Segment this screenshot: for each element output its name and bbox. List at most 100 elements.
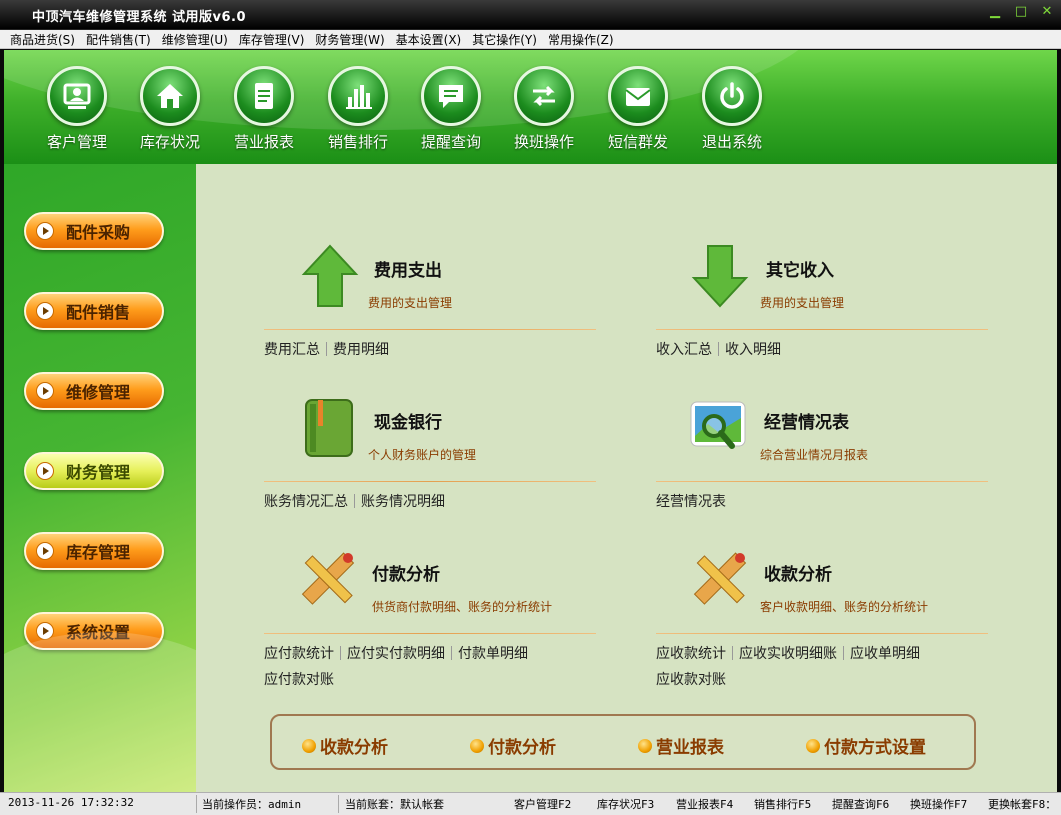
payable-reconcile-link[interactable]: 应付款对账 [264,672,334,688]
arrow-up-icon [300,244,360,308]
status-operator: 当前操作员：admin [202,798,302,811]
receivable-actual-detail-link[interactable]: 应收实收明细账 [739,646,837,662]
toolbar-label: 短信群发 [607,133,668,151]
nav-repair-button[interactable]: 维修管理 [24,372,164,410]
power-icon [702,66,762,126]
toolbar-label: 营业报表 [233,133,294,151]
expense-summary-link[interactable]: 费用汇总 [264,342,320,358]
menu-finance[interactable]: 财务管理(W) [315,31,384,48]
business-report-link[interactable]: 经营情况表 [656,494,726,510]
toolbar-label: 销售排行 [327,133,388,151]
quick-payment-method-settings[interactable]: 付款方式设置 [806,733,926,758]
quick-receipt-analysis[interactable]: 收款分析 [302,733,388,758]
cash-title[interactable]: 现金银行 [374,408,442,433]
shortcut-change-account[interactable]: 更换帐套F8： [988,796,1056,812]
account-detail-link[interactable]: 账务情况明细 [361,494,445,510]
toolbar-label: 换班操作 [513,133,574,151]
account-summary-link[interactable]: 账务情况汇总 [264,494,348,510]
receipt-title[interactable]: 收款分析 [764,560,832,585]
close-button[interactable]: ✕ [1039,4,1055,20]
receipt-slip-detail-link[interactable]: 应收单明细 [850,646,920,662]
toolbar-label: 提醒查询 [420,133,481,151]
nav-inventory-button[interactable]: 库存管理 [24,532,164,570]
receivable-stats-link[interactable]: 应收款统计 [656,646,726,662]
nav-finance-button[interactable]: 财务管理 [24,452,164,490]
play-icon [36,222,54,240]
income-desc: 费用的支出管理 [760,296,845,310]
menu-purchase[interactable]: 商品进货(S) [10,31,75,48]
nav-parts-sales-button[interactable]: 配件销售 [24,292,164,330]
home-icon [140,66,200,126]
payment-title[interactable]: 付款分析 [372,560,440,585]
toolbar-report-button[interactable]: 营业报表 [219,66,309,152]
minimize-button[interactable]: ▁ [987,4,1003,20]
payment-links: 应付款统计 应付实付款明细 付款单明细 应付款对账 [264,641,604,693]
toolbar-label: 客户管理 [46,133,107,151]
menu-inventory[interactable]: 库存管理(V) [239,31,305,48]
business-desc: 综合营业情况月报表 [760,448,869,462]
divider [656,633,988,634]
shortcut-reminder[interactable]: 提醒查询F6 [832,796,889,812]
divider [656,481,988,482]
menu-other[interactable]: 其它操作(Y) [472,31,537,48]
business-links: 经营情况表 [656,489,996,515]
shortcut-shift[interactable]: 换班操作F7 [910,796,967,812]
expense-desc: 费用的支出管理 [368,296,453,310]
divider [264,481,596,482]
shortcut-inventory[interactable]: 库存状况F3 [597,796,654,812]
toolbar-reminder-button[interactable]: 提醒查询 [406,66,496,152]
toolbar-label: 库存状况 [139,133,200,151]
business-title[interactable]: 经营情况表 [764,408,849,433]
quick-payment-analysis[interactable]: 付款分析 [470,733,556,758]
ruler-pencil-icon [296,548,356,612]
payment-slip-detail-link[interactable]: 付款单明细 [458,646,528,662]
toolbar-sms-button[interactable]: 短信群发 [593,66,683,152]
expense-detail-link[interactable]: 费用明细 [333,342,389,358]
expense-title[interactable]: 费用支出 [374,256,442,281]
menu-repair[interactable]: 维修管理(U) [162,31,228,48]
toolbar-sales-rank-button[interactable]: 销售排行 [313,66,403,152]
receipt-desc: 客户收款明细、账务的分析统计 [760,600,929,614]
bullet-icon [302,738,316,753]
menu-basic-settings[interactable]: 基本设置(X) [396,31,462,48]
magnifier-icon [688,396,748,460]
maximize-button[interactable]: □ [1013,4,1029,20]
payment-desc: 供货商付款明细、账务的分析统计 [372,600,553,614]
menu-common[interactable]: 常用操作(Z) [548,31,614,48]
ruler-pencil-icon [688,548,748,612]
bullet-icon [470,738,484,753]
receipt-links: 应收款统计 应收实收明细账 应收单明细 应收款对账 [656,641,996,693]
nav-system-settings-button[interactable]: 系统设置 [24,612,164,650]
separator [196,795,197,813]
arrow-down-icon [690,244,750,308]
separator [718,342,719,356]
nav-label: 配件采购 [66,223,131,242]
shortcut-report[interactable]: 营业报表F4 [676,796,733,812]
payable-stats-link[interactable]: 应付款统计 [264,646,334,662]
quick-label: 付款方式设置 [824,738,926,758]
toolbar-shift-button[interactable]: 换班操作 [499,66,589,152]
shortcut-sales-rank[interactable]: 销售排行F5 [754,796,811,812]
expense-links: 费用汇总 费用明细 [264,337,604,363]
toolbar-exit-button[interactable]: 退出系统 [687,66,777,152]
receivable-reconcile-link[interactable]: 应收款对账 [656,672,726,688]
quick-actions-bar: 收款分析 付款分析 营业报表 付款方式设置 [270,714,976,770]
income-detail-link[interactable]: 收入明细 [725,342,781,358]
income-title[interactable]: 其它收入 [766,256,834,281]
status-datetime: 2013-11-26 17:32:32 [8,796,134,809]
payable-actual-detail-link[interactable]: 应付实付款明细 [347,646,445,662]
separator [326,342,327,356]
nav-parts-purchase-button[interactable]: 配件采购 [24,212,164,250]
separator [732,646,733,660]
play-icon [36,542,54,560]
separator [340,646,341,660]
shortcut-customer[interactable]: 客户管理F2 [514,796,571,812]
toolbar-label: 退出系统 [701,133,762,151]
menu-parts-sales[interactable]: 配件销售(T) [86,31,151,48]
quick-business-report[interactable]: 营业报表 [638,733,724,758]
play-icon [36,302,54,320]
toolbar-customer-button[interactable]: 客户管理 [32,66,122,152]
window-controls: ▁ □ ✕ [987,4,1055,20]
toolbar-inventory-button[interactable]: 库存状况 [125,66,215,152]
income-summary-link[interactable]: 收入汇总 [656,342,712,358]
